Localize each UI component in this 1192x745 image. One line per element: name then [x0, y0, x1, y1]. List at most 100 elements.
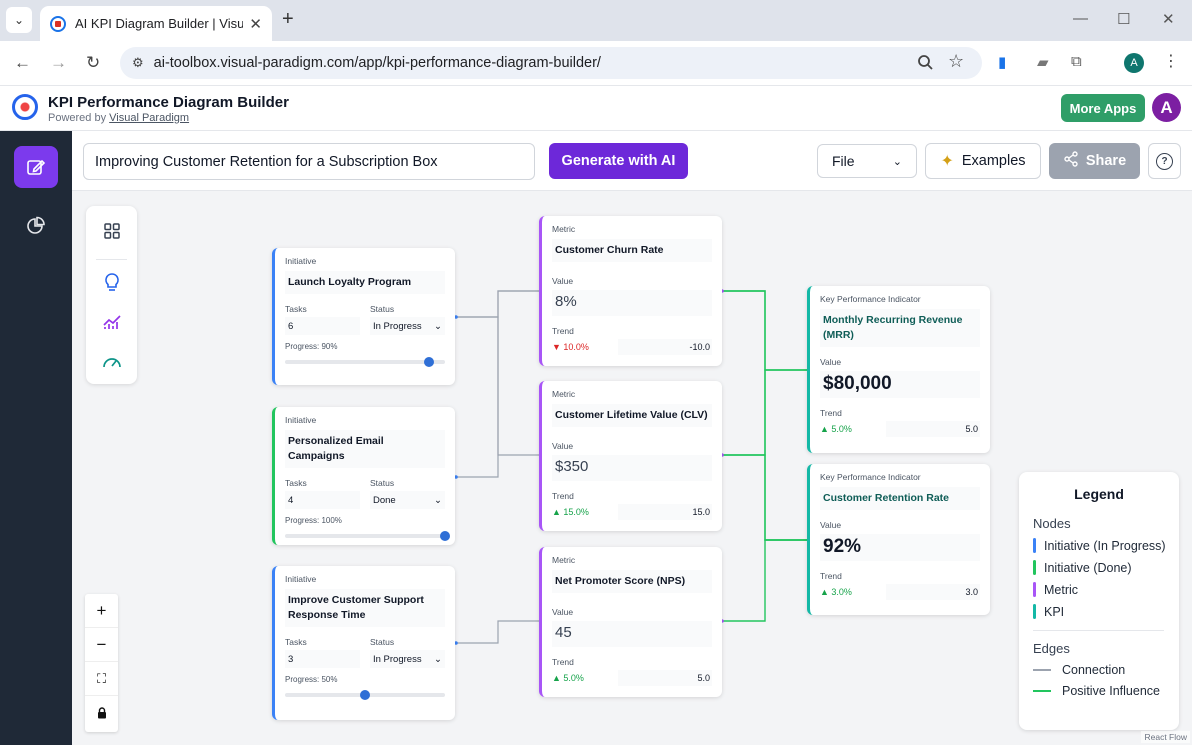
legend-divider	[1033, 630, 1164, 631]
progress-label: Progress: 50%	[285, 675, 338, 685]
edge-nps-retention	[722, 539, 808, 622]
node-title[interactable]: Monthly Recurring Revenue (MRR)	[820, 309, 980, 348]
progress-slider[interactable]	[285, 690, 445, 701]
value-field[interactable]: $80,000	[820, 371, 980, 399]
status-label: Status	[370, 637, 395, 648]
node-customer-retention-rate[interactable]: Key Performance Indicator Customer Reten…	[807, 464, 990, 615]
progress-slider-thumb[interactable]	[440, 531, 450, 542]
node-improve-customer-support[interactable]: Initiative Improve Customer Support Resp…	[272, 566, 455, 720]
lightbulb-icon[interactable]	[100, 270, 124, 294]
trend-field[interactable]: 15.0	[618, 504, 712, 521]
generate-with-ai-button[interactable]: Generate with AI	[549, 143, 688, 179]
node-title[interactable]: Launch Loyalty Program	[285, 271, 445, 295]
file-menu-button[interactable]: File ⌄	[817, 144, 917, 178]
node-palette	[86, 206, 137, 384]
node-monthly-recurring-revenue[interactable]: Key Performance Indicator Monthly Recurr…	[807, 286, 990, 453]
forward-arrow-icon[interactable]: →	[50, 53, 67, 73]
browser-profile-avatar[interactable]: A	[1124, 53, 1144, 73]
node-customer-churn-rate[interactable]: Metric Customer Churn Rate Value 8% Tren…	[539, 216, 722, 366]
node-type: Initiative	[285, 256, 317, 266]
value-field[interactable]: 8%	[552, 290, 712, 317]
node-title[interactable]: Net Promoter Score (NPS)	[552, 570, 712, 594]
tasks-field[interactable]: 6	[285, 317, 360, 336]
zoom-in-plus-icon[interactable]: +	[85, 594, 118, 628]
site-settings-icon[interactable]: ⚙	[132, 55, 144, 71]
browser-menu-icon[interactable]: ⋮	[1163, 51, 1179, 71]
toolbar: Generate with AI File ⌄ ✦ Examples Share…	[72, 131, 1192, 191]
trend-field[interactable]: 5.0	[886, 421, 980, 438]
value-field[interactable]: $350	[552, 455, 712, 482]
pie-chart-icon[interactable]	[14, 205, 58, 247]
more-apps-button[interactable]: More Apps	[1061, 94, 1145, 122]
status-select[interactable]: In Progress ⌄	[370, 650, 445, 669]
tab-close-icon[interactable]: ✕	[249, 15, 262, 33]
prompt-input[interactable]	[83, 143, 535, 180]
status-value: Done	[373, 494, 396, 506]
new-tab-plus-icon[interactable]: +	[282, 8, 294, 31]
zoom-out-minus-icon[interactable]: −	[85, 628, 118, 662]
node-net-promoter-score[interactable]: Metric Net Promoter Score (NPS) Value 45…	[539, 547, 722, 697]
palette-divider	[96, 259, 127, 260]
trend-field[interactable]: -10.0	[618, 339, 712, 356]
window-close-icon[interactable]: ✕	[1162, 10, 1175, 28]
node-launch-loyalty-program[interactable]: Initiative Launch Loyalty Program Tasks …	[272, 248, 455, 385]
minimize-icon[interactable]: —	[1073, 10, 1088, 27]
fit-view-icon[interactable]: ⛶	[85, 662, 118, 696]
legend-swatch	[1033, 560, 1036, 575]
legend-line-swatch	[1033, 690, 1051, 692]
tasks-field[interactable]: 4	[285, 491, 360, 510]
browser-tab[interactable]: AI KPI Diagram Builder | Visual Paradigm…	[40, 6, 272, 41]
node-personalized-email-campaigns[interactable]: Initiative Personalized Email Campaigns …	[272, 407, 455, 545]
extension-doc-icon[interactable]: ▮	[998, 53, 1006, 71]
file-label: File	[832, 153, 855, 169]
extensions-puzzle-icon[interactable]: ⧉	[1071, 53, 1082, 70]
status-label: Status	[370, 478, 395, 489]
progress-slider[interactable]	[285, 357, 445, 368]
examples-button[interactable]: ✦ Examples	[925, 143, 1041, 179]
bookmark-star-icon[interactable]: ☆	[948, 51, 964, 72]
node-title[interactable]: Customer Retention Rate	[820, 487, 980, 511]
node-type: Initiative	[285, 574, 317, 584]
reload-icon[interactable]: ↻	[86, 53, 100, 73]
node-title[interactable]: Customer Lifetime Value (CLV)	[552, 404, 712, 428]
extension-chat-icon[interactable]: ▰	[1037, 53, 1049, 71]
back-arrow-icon[interactable]: ←	[14, 53, 31, 73]
lock-icon[interactable]	[85, 696, 118, 730]
grid-icon[interactable]	[100, 219, 124, 243]
help-button[interactable]: ?	[1148, 143, 1181, 179]
trend-field[interactable]: 5.0	[618, 670, 712, 687]
value-field[interactable]: 45	[552, 621, 712, 648]
progress-slider-thumb[interactable]	[424, 357, 434, 368]
status-select[interactable]: Done ⌄	[370, 491, 445, 510]
progress-slider-thumb[interactable]	[360, 690, 370, 701]
share-label: Share	[1085, 153, 1127, 169]
maximize-icon[interactable]: ☐	[1117, 10, 1130, 28]
gauge-icon[interactable]	[100, 350, 124, 374]
node-title[interactable]: Customer Churn Rate	[552, 239, 712, 263]
edit-pencil-icon[interactable]	[14, 146, 58, 188]
powered-by-link[interactable]: Visual Paradigm	[109, 112, 189, 124]
tasks-field[interactable]: 3	[285, 650, 360, 669]
status-select[interactable]: In Progress ⌄	[370, 317, 445, 336]
user-avatar[interactable]: A	[1152, 93, 1181, 122]
trend-field[interactable]: 3.0	[886, 584, 980, 601]
zoom-magnifier-icon[interactable]	[917, 47, 935, 82]
value-field[interactable]: 92%	[820, 534, 980, 562]
node-title[interactable]: Improve Customer Support Response Time	[285, 589, 445, 628]
share-button[interactable]: Share	[1049, 143, 1140, 179]
node-customer-lifetime-value[interactable]: Metric Customer Lifetime Value (CLV) Val…	[539, 381, 722, 531]
progress-slider[interactable]	[285, 531, 450, 542]
node-title[interactable]: Personalized Email Campaigns	[285, 430, 445, 469]
left-sidebar	[0, 131, 72, 745]
legend-item-label: Connection	[1062, 663, 1126, 677]
tasks-label: Tasks	[285, 478, 307, 489]
legend-title: Legend	[1074, 486, 1124, 502]
url-field[interactable]: ⚙ ai-toolbox.visual-paradigm.com/app/kpi…	[120, 47, 982, 79]
chevron-down-icon: ⌄	[434, 320, 442, 332]
value-label: Value	[820, 357, 842, 368]
diagram-canvas[interactable]: Initiative Launch Loyalty Program Tasks …	[72, 191, 1192, 745]
powered-by: Powered by Visual Paradigm	[48, 112, 189, 124]
line-chart-icon[interactable]	[100, 310, 124, 334]
react-flow-attribution[interactable]: React Flow	[1141, 731, 1190, 743]
tab-search-chevron-icon[interactable]: ⌄	[6, 7, 32, 33]
